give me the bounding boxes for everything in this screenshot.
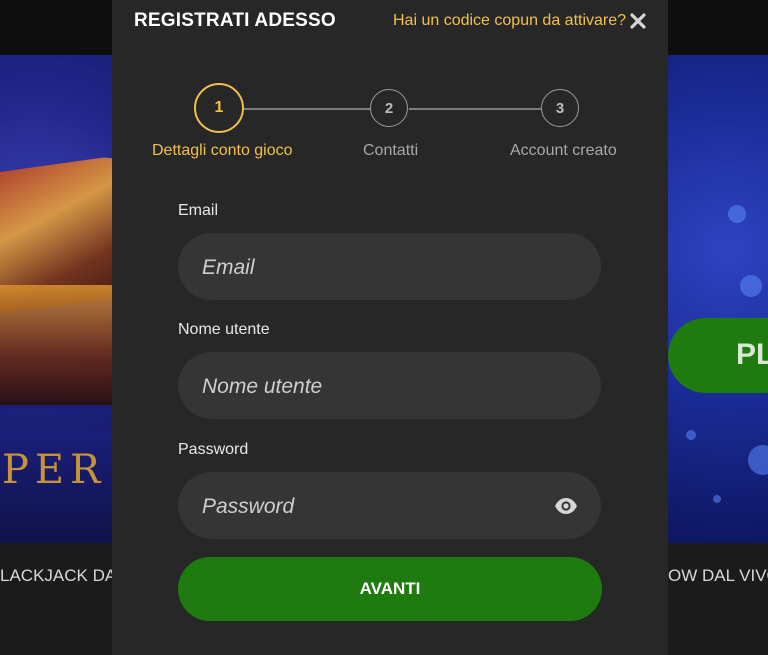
- play-button-background[interactable]: PL: [668, 318, 768, 393]
- stepper-connector: [409, 108, 541, 110]
- registration-modal: REGISTRATI ADESSO Hai un codice copun da…: [112, 0, 668, 655]
- bokeh-dot: [740, 275, 762, 297]
- play-button-label: PL: [736, 338, 768, 371]
- close-icon[interactable]: [628, 11, 648, 31]
- step-indicator-2: 2: [370, 89, 408, 127]
- step-indicator-1: 1: [194, 83, 244, 133]
- next-button[interactable]: AVANTI: [178, 557, 602, 621]
- bokeh-dot: [728, 205, 746, 223]
- coupon-code-link[interactable]: Hai un codice copun da attivare?: [393, 12, 626, 30]
- game-caption-right[interactable]: OW DAL VIVO: [668, 566, 768, 586]
- username-field[interactable]: [200, 352, 544, 421]
- email-field[interactable]: [200, 233, 544, 302]
- step-number: 3: [555, 99, 565, 117]
- step-label-3: Account creato: [510, 142, 617, 159]
- password-field[interactable]: [200, 472, 544, 541]
- stepper-connector: [244, 108, 370, 110]
- username-label: Nome utente: [178, 321, 270, 338]
- username-field-wrapper: [178, 352, 601, 421]
- game-tile-blackjack[interactable]: PER: [0, 55, 112, 543]
- step-number: 2: [384, 99, 394, 117]
- modal-title: REGISTRATI ADESSO: [134, 10, 336, 31]
- email-field-wrapper: [178, 233, 601, 302]
- step-label-1: Dettagli conto gioco: [152, 142, 293, 159]
- password-label: Password: [178, 441, 249, 458]
- game-caption-left[interactable]: LACKJACK DA: [0, 566, 112, 586]
- password-field-wrapper: [178, 472, 601, 541]
- game-tile-text: PER: [2, 447, 107, 493]
- game-logo-art-lower: [0, 285, 112, 405]
- bokeh-dot: [748, 445, 768, 475]
- eye-icon[interactable]: [554, 494, 578, 518]
- game-tile-live-show[interactable]: [668, 55, 768, 543]
- bokeh-dot: [713, 495, 721, 503]
- email-label: Email: [178, 202, 219, 219]
- step-number: 1: [214, 99, 224, 116]
- step-indicator-3: 3: [541, 89, 579, 127]
- bokeh-dot: [686, 430, 696, 440]
- step-label-2: Contatti: [363, 142, 419, 159]
